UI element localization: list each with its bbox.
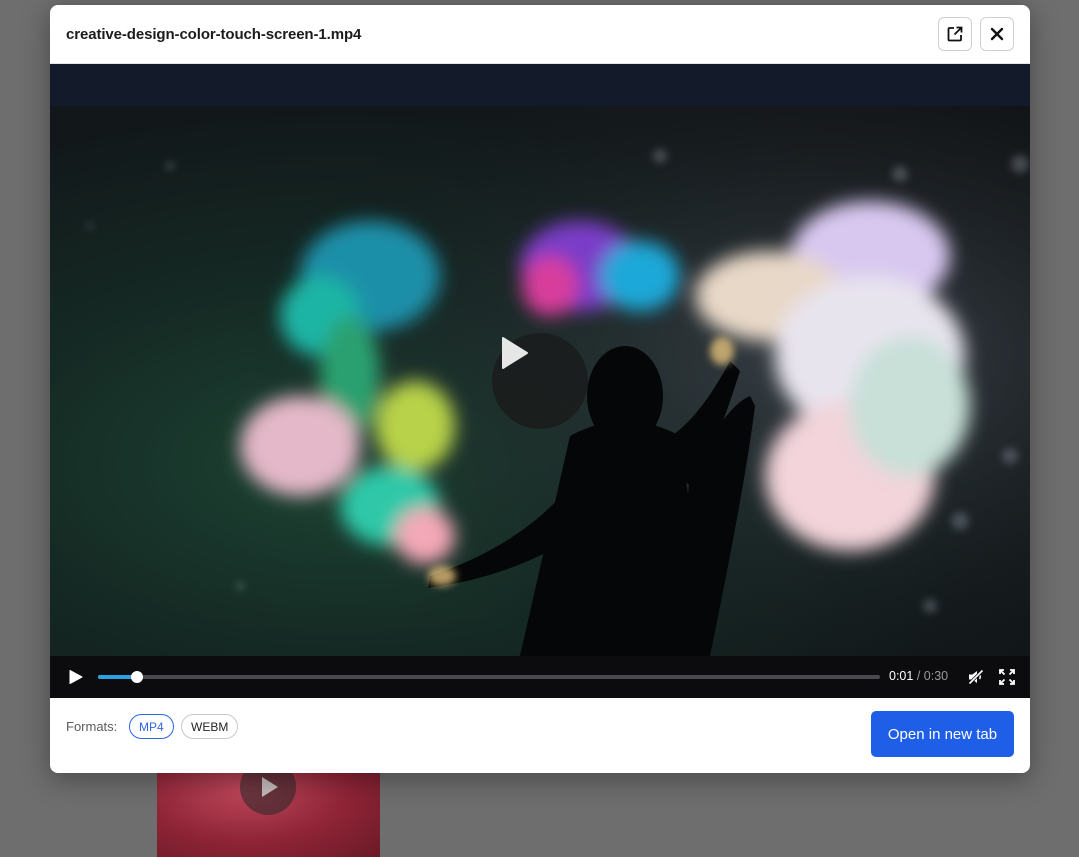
- open-external-button[interactable]: [938, 17, 972, 51]
- close-button[interactable]: [980, 17, 1014, 51]
- formats-label: Formats:: [66, 719, 118, 734]
- mute-button[interactable]: [967, 668, 985, 686]
- play-button[interactable]: [66, 668, 84, 686]
- seek-bar[interactable]: [98, 671, 880, 683]
- video-player[interactable]: 0:01 / 0:30: [50, 64, 1030, 698]
- modal-header: creative-design-color-touch-screen-1.mp4: [50, 5, 1030, 64]
- play-icon: [69, 670, 83, 684]
- duration: 0:30: [923, 669, 949, 683]
- play-icon: [502, 337, 528, 369]
- fullscreen-button[interactable]: [998, 668, 1016, 686]
- seek-bar-handle[interactable]: [131, 671, 143, 683]
- video-frame[interactable]: [50, 106, 1030, 656]
- time-display: 0:01 / 0:30: [889, 669, 948, 683]
- modal-footer: Formats: MP4 WEBM Open in new tab: [50, 698, 1030, 773]
- time-separator: /: [916, 669, 921, 683]
- fullscreen-icon: [999, 669, 1015, 685]
- close-icon: [990, 27, 1004, 41]
- external-link-icon: [947, 26, 963, 42]
- modal-title: creative-design-color-touch-screen-1.mp4: [66, 25, 362, 43]
- video-letterbox-top: [50, 64, 1030, 106]
- video-controls-bar: 0:01 / 0:30: [50, 656, 1030, 698]
- open-in-new-tab-button[interactable]: Open in new tab: [871, 711, 1014, 757]
- big-play-button[interactable]: [492, 333, 588, 429]
- format-chip-mp4[interactable]: MP4: [129, 714, 174, 739]
- muted-speaker-icon: [967, 668, 985, 686]
- current-time: 0:01: [889, 669, 914, 683]
- format-chip-webm[interactable]: WEBM: [181, 714, 239, 739]
- video-preview-modal: creative-design-color-touch-screen-1.mp4: [50, 5, 1030, 773]
